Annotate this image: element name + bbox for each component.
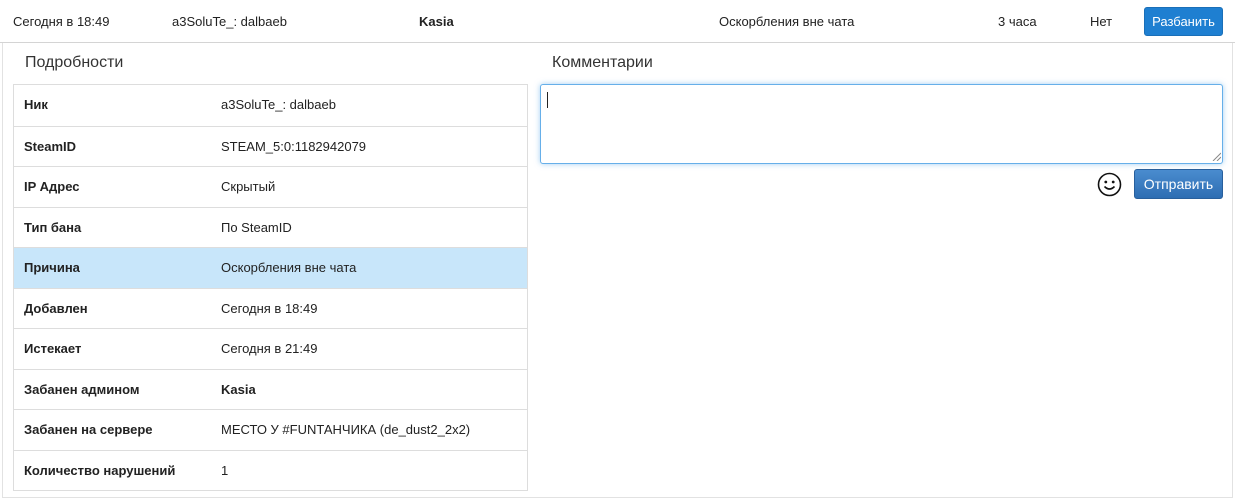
ban-status: Нет [1090, 14, 1113, 29]
ban-list-row[interactable]: Сегодня в 18:49 a3SoluTe_: dalbaeb Kasia… [0, 0, 1235, 43]
details-row-ip: IP Адрес Скрытый [14, 166, 527, 207]
details-row-nick: Ник a3SoluTe_: dalbaeb [14, 85, 527, 126]
ban-date: Сегодня в 18:49 [13, 14, 110, 29]
details-label: Причина [24, 260, 80, 275]
details-label: SteamID [24, 138, 77, 154]
resize-grip-icon[interactable] [1211, 151, 1221, 161]
unban-button[interactable]: Разбанить [1144, 7, 1223, 36]
details-row-expires: Истекает Сегодня в 21:49 [14, 328, 527, 369]
ban-nickname: a3SoluTe_: dalbaeb [172, 14, 287, 29]
details-value: 1 [221, 462, 229, 478]
details-value: Скрытый [221, 179, 276, 194]
details-label: Забанен админом [24, 381, 140, 397]
ban-reason: Оскорбления вне чата [719, 14, 855, 29]
details-label: Истекает [24, 341, 82, 356]
send-comment-button[interactable]: Отправить [1134, 169, 1223, 199]
details-value: По SteamID [221, 219, 292, 235]
ban-admin: Kasia [419, 14, 454, 29]
comments-title: Комментарии [552, 54, 653, 71]
details-table: Ник a3SoluTe_: dalbaeb SteamID STEAM_5:0… [13, 84, 528, 491]
details-row-steamid: SteamID STEAM_5:0:1182942079 [14, 125, 527, 167]
details-value: STEAM_5:0:1182942079 [221, 138, 367, 154]
text-cursor [547, 92, 548, 108]
details-label: Количество нарушений [24, 462, 176, 478]
details-value: Kasia [221, 381, 256, 397]
details-label: Забанен на сервере [24, 422, 153, 437]
details-title: Подробности [25, 54, 124, 71]
details-label: Тип бана [24, 219, 82, 235]
comment-input[interactable] [540, 84, 1223, 164]
details-row-added: Добавлен Сегодня в 18:49 [14, 287, 527, 329]
details-value: МЕСТО У #FUNТАНЧИКА (de_dust2_2x2) [221, 422, 471, 437]
details-row-violations: Количество нарушений 1 [14, 449, 527, 491]
details-row-admin: Забанен админом Kasia [14, 368, 527, 410]
details-row-reason: Причина Оскорбления вне чата [14, 247, 527, 288]
details-label: Добавлен [24, 300, 88, 316]
details-label: IP Адрес [24, 179, 80, 194]
details-label: Ник [24, 97, 48, 112]
details-value: a3SoluTe_: dalbaeb [221, 97, 336, 112]
details-value: Сегодня в 21:49 [221, 341, 318, 356]
details-row-ban-type: Тип бана По SteamID [14, 206, 527, 248]
details-value: Сегодня в 18:49 [221, 300, 318, 316]
details-row-server: Забанен на сервере МЕСТО У #FUNТАНЧИКА (… [14, 409, 527, 450]
smiley-icon[interactable] [1097, 172, 1122, 197]
details-value: Оскорбления вне чата [221, 260, 357, 275]
ban-duration: 3 часа [998, 14, 1037, 29]
